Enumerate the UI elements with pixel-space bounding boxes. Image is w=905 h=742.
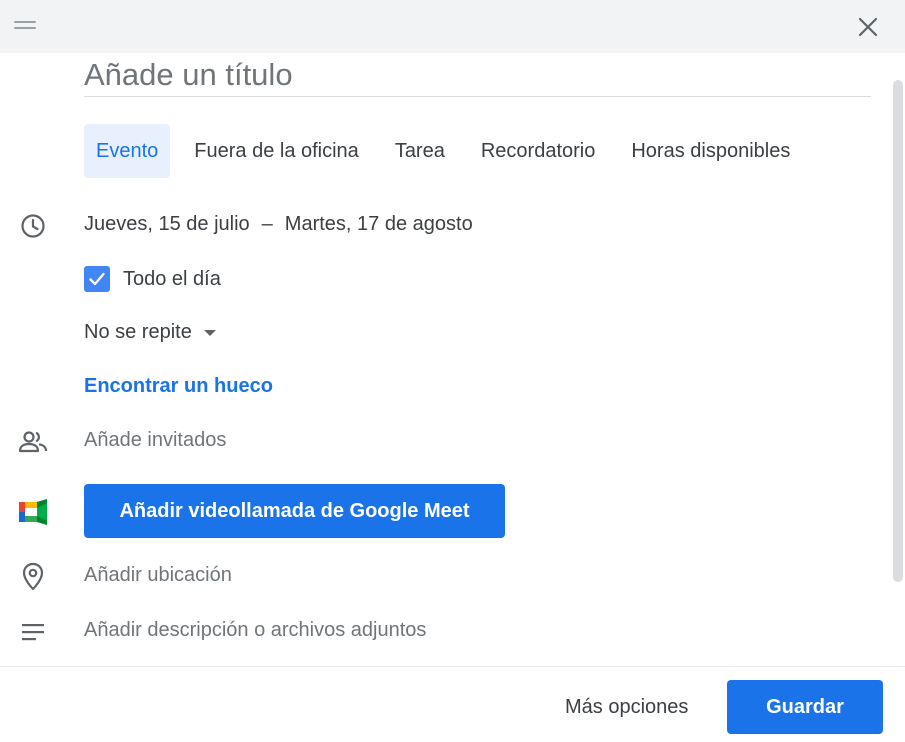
location-pin-icon [18,562,48,592]
event-type-tabs: Evento Fuera de la oficina Tarea Recorda… [84,124,814,178]
repeat-dropdown[interactable]: No se repite [84,321,216,344]
drag-handle-icon[interactable] [14,21,36,31]
caret-down-icon [203,329,216,336]
tab-tarea[interactable]: Tarea [383,124,457,178]
save-button[interactable]: Guardar [727,680,883,734]
start-date[interactable]: Jueves, 15 de julio [84,213,250,235]
all-day-checkbox[interactable] [84,266,110,292]
find-slot-link[interactable]: Encontrar un hueco [84,375,273,398]
people-icon [18,427,48,457]
google-meet-icon [18,497,48,527]
notes-icon [18,617,48,647]
add-location-input[interactable]: Añadir ubicación [84,564,232,587]
clock-icon [18,211,48,241]
footer-divider [0,666,905,667]
repeat-value: No se repite [84,321,192,343]
tab-recordatorio[interactable]: Recordatorio [469,124,608,178]
tab-evento[interactable]: Evento [84,124,171,178]
more-options-button[interactable]: Más opciones [551,681,702,733]
date-range: Jueves, 15 de julio – Martes, 17 de agosto [84,213,473,236]
event-dialog: Evento Fuera de la oficina Tarea Recorda… [0,0,905,742]
add-description-input[interactable]: Añadir descripción o archivos adjuntos [84,619,426,642]
close-button[interactable] [850,9,886,45]
tab-horas-disponibles[interactable]: Horas disponibles [619,124,802,178]
dialog-header[interactable] [0,0,905,53]
add-guests-input[interactable]: Añade invitados [84,429,226,452]
all-day-label: Todo el día [123,267,221,290]
add-google-meet-button[interactable]: Añadir videollamada de Google Meet [84,484,505,538]
checkmark-icon [89,272,105,286]
all-day-row: Todo el día [84,266,221,292]
tab-fuera-de-la-oficina[interactable]: Fuera de la oficina [182,124,371,178]
close-icon [858,17,878,37]
end-date[interactable]: Martes, 17 de agosto [285,213,473,235]
scrollbar-thumb[interactable] [893,80,903,582]
date-separator: – [261,213,273,235]
title-input[interactable] [84,54,871,97]
